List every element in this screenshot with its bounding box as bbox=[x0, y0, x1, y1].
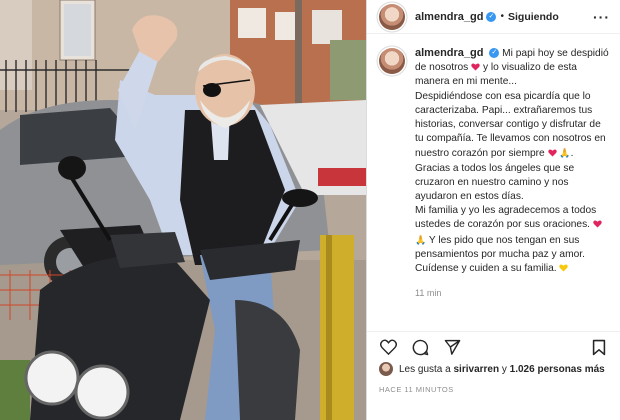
post-timestamp[interactable]: HACE 11 MINUTOS bbox=[379, 385, 454, 394]
likes-prefix: Les gusta a bbox=[399, 363, 451, 375]
caption-line: Mi papi hoy se bbox=[502, 48, 568, 59]
caption-timestamp: 11 min bbox=[415, 288, 442, 299]
post-side-panel: almendra_gd ✓ • Siguiendo ··· almendra_g… bbox=[366, 0, 620, 420]
red-heart-emoji-icon bbox=[471, 63, 480, 71]
photo-illustration bbox=[0, 0, 366, 420]
post-photo[interactable] bbox=[0, 0, 366, 420]
verified-badge-icon: ✓ bbox=[486, 11, 497, 22]
likes-joiner: y bbox=[501, 363, 507, 375]
caption-line: y lo visualizo bbox=[482, 62, 541, 74]
caption-line: Y les pido que nos bbox=[428, 234, 513, 246]
yellow-heart-emoji-icon bbox=[559, 264, 569, 272]
liker-username[interactable]: sirivarren bbox=[454, 364, 500, 375]
caption-text: almendra_gd ✓ Mi papi hoy se despidió de… bbox=[415, 47, 609, 275]
caption-line: a su familia. bbox=[502, 263, 557, 275]
praying-hands-emoji-icon: 🙏 bbox=[415, 234, 427, 245]
post-header: almendra_gd ✓ • Siguiendo ··· bbox=[367, 0, 620, 34]
author-avatar[interactable] bbox=[379, 3, 405, 30]
post-action-bar bbox=[367, 331, 620, 362]
caption-line: caracterizaba. Papi... extrañaremos tus bbox=[415, 104, 593, 116]
author-username[interactable]: almendra_gd bbox=[415, 11, 483, 23]
following-button[interactable]: Siguiendo bbox=[508, 11, 559, 23]
caption-line: siempre bbox=[508, 148, 545, 160]
caption-body: almendra_gd ✓ Mi papi hoy se despidió de… bbox=[415, 46, 610, 300]
liker-avatar[interactable] bbox=[379, 362, 393, 376]
caption-line: historias, conversar contigo y disfrutar bbox=[415, 119, 587, 131]
paper-plane-icon[interactable] bbox=[443, 338, 461, 356]
likes-count-link[interactable]: 1.026 personas más bbox=[510, 364, 605, 375]
caption-line: Despidiéndose con esa picardía que lo bbox=[415, 90, 591, 102]
caption-line: Mi familia y yo les agradecemos a bbox=[415, 205, 569, 217]
praying-hands-emoji-icon: 🙏 bbox=[559, 148, 571, 159]
more-options-icon[interactable]: ··· bbox=[593, 9, 610, 25]
instagram-post-frame: almendra_gd ✓ • Siguiendo ··· almendra_g… bbox=[0, 0, 620, 420]
comment-bubble-icon[interactable] bbox=[411, 338, 429, 356]
caption-username[interactable]: almendra_gd bbox=[415, 47, 483, 59]
bookmark-icon[interactable] bbox=[590, 338, 608, 356]
caption-line: Gracias a todos los bbox=[415, 162, 503, 174]
caption-block: almendra_gd ✓ Mi papi hoy se despidió de… bbox=[367, 34, 620, 300]
heart-outline-icon[interactable] bbox=[379, 338, 397, 356]
header-separator: • bbox=[500, 11, 504, 22]
verified-badge-icon: ✓ bbox=[489, 48, 500, 59]
red-heart-emoji-icon bbox=[593, 220, 602, 228]
red-heart-emoji-icon bbox=[547, 149, 557, 157]
caption-author-avatar[interactable] bbox=[379, 48, 405, 74]
likes-summary: Les gusta a sirivarren y 1.026 personas … bbox=[379, 362, 605, 376]
caption-line: oraciones. bbox=[543, 219, 591, 231]
